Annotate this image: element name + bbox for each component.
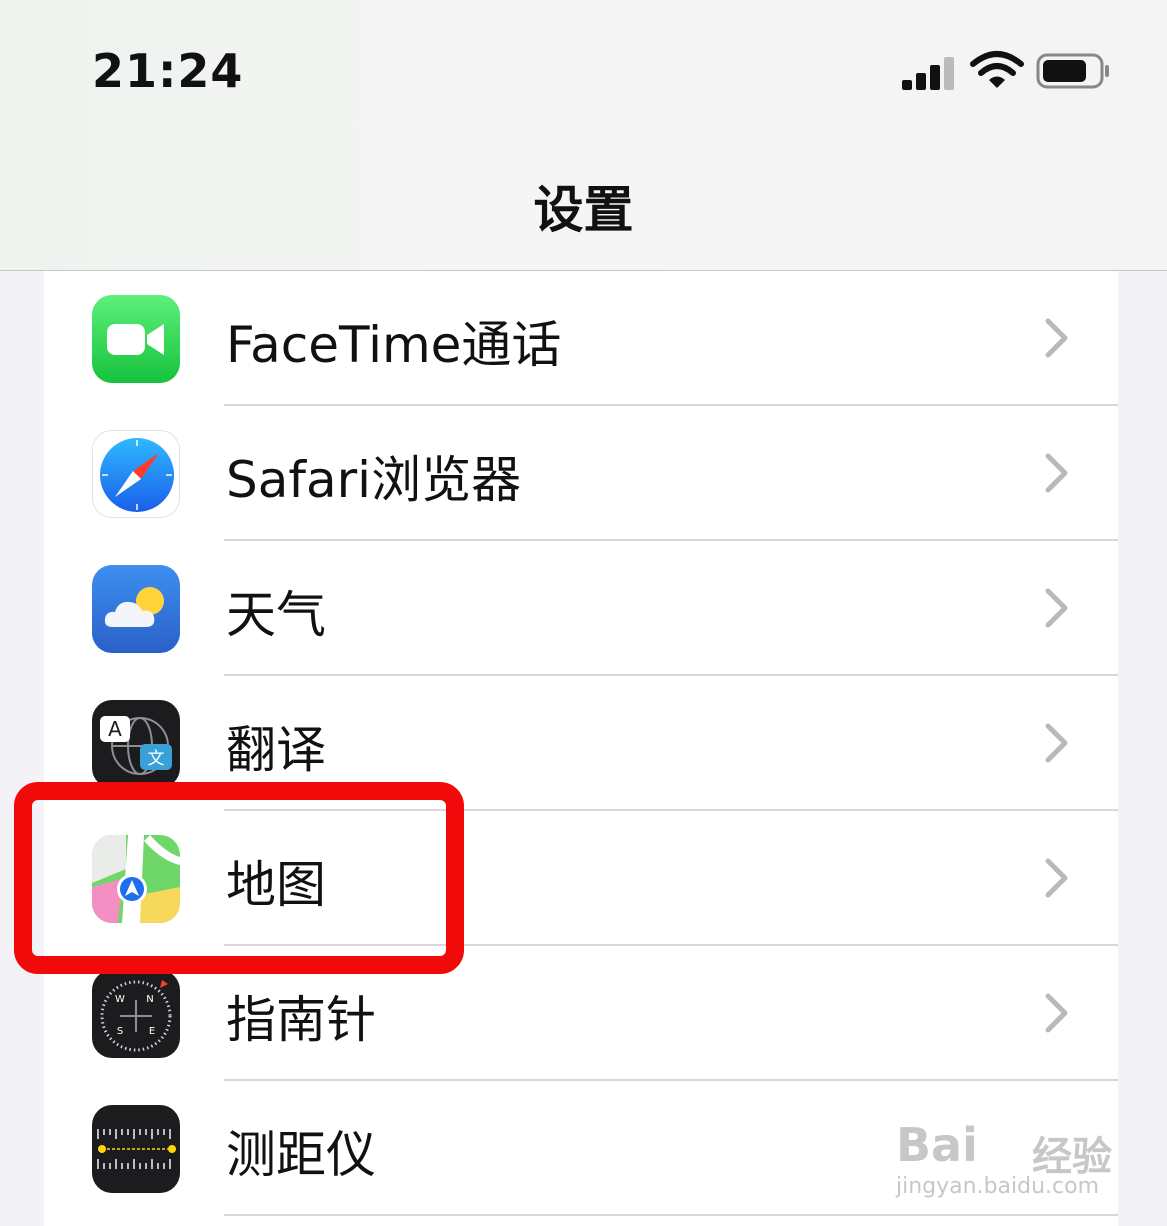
row-label: 指南针 bbox=[226, 991, 376, 1049]
chevron-right-icon bbox=[1044, 317, 1070, 359]
row-label: 翻译 bbox=[226, 721, 326, 779]
compass-icon: N W S E bbox=[92, 970, 180, 1058]
chevron-right-icon bbox=[1044, 857, 1070, 899]
status-bar: 21:24 bbox=[0, 0, 1167, 140]
settings-row-compass[interactable]: N W S E 指南针 bbox=[44, 946, 1118, 1081]
chevron-right-icon bbox=[1044, 452, 1070, 494]
watermark-url: jingyan.baidu.com bbox=[896, 1174, 1100, 1199]
status-time: 21:24 bbox=[92, 44, 244, 98]
translate-a-glyph: A bbox=[108, 717, 122, 741]
cellular-signal-icon bbox=[902, 56, 954, 90]
settings-row-translate[interactable]: A 文 翻译 bbox=[44, 676, 1118, 811]
chevron-right-icon bbox=[1044, 992, 1070, 1034]
row-divider bbox=[224, 1214, 1118, 1216]
settings-row-maps[interactable]: 地图 bbox=[44, 811, 1118, 946]
settings-list: FaceTime通话 Safari浏览器 天气 A 文 翻译 地图 N W S … bbox=[44, 271, 1118, 1226]
settings-row-weather[interactable]: 天气 bbox=[44, 541, 1118, 676]
compass-w-glyph: W bbox=[115, 994, 125, 1005]
battery-icon bbox=[1036, 52, 1112, 90]
safari-icon bbox=[92, 430, 180, 518]
row-label: Safari浏览器 bbox=[226, 451, 522, 509]
compass-s-glyph: S bbox=[117, 1026, 123, 1037]
row-label: FaceTime通话 bbox=[226, 316, 562, 374]
row-label: 测距仪 bbox=[226, 1126, 376, 1184]
wifi-icon bbox=[970, 50, 1024, 90]
row-label: 天气 bbox=[226, 586, 326, 644]
translate-icon: A 文 bbox=[92, 700, 180, 788]
chevron-right-icon bbox=[1044, 722, 1070, 764]
settings-row-safari[interactable]: Safari浏览器 bbox=[44, 406, 1118, 541]
chevron-right-icon bbox=[1044, 587, 1070, 629]
weather-icon bbox=[92, 565, 180, 653]
compass-n-glyph: N bbox=[146, 994, 153, 1005]
row-label: 地图 bbox=[226, 856, 326, 914]
settings-row-facetime[interactable]: FaceTime通话 bbox=[44, 271, 1118, 406]
maps-icon bbox=[92, 835, 180, 923]
page-title: 设置 bbox=[533, 181, 634, 239]
translate-wen-glyph: 文 bbox=[148, 749, 165, 769]
measure-icon bbox=[92, 1105, 180, 1193]
watermark: Bai 经验 jingyan.baidu.com bbox=[896, 1118, 1116, 1208]
facetime-icon bbox=[92, 295, 180, 383]
watermark-brand: Bai bbox=[896, 1118, 978, 1172]
navigation-bar: 21:24 设置 bbox=[0, 0, 1167, 271]
compass-e-glyph: E bbox=[149, 1026, 155, 1037]
